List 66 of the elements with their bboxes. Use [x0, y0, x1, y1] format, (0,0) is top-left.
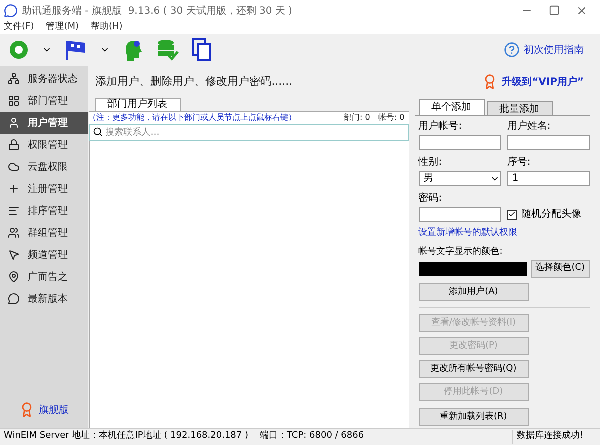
sidebar-item[interactable]: 权限管理: [0, 134, 88, 156]
sidebar-item[interactable]: 服务器状态: [0, 68, 88, 90]
search-field[interactable]: 搜索联系人…: [88, 124, 409, 141]
form-tab[interactable]: 批量添加: [486, 101, 553, 115]
checkbox[interactable]: [507, 210, 518, 220]
list-tab[interactable]: 部门用户列表: [94, 98, 181, 111]
sidebar-item[interactable]: 最新版本: [0, 288, 88, 310]
grid-icon: [8, 95, 20, 107]
add-user-button[interactable]: 添加用户(A): [418, 283, 529, 301]
status-text: WinEIM Server 地址：本机任意IP地址 ( 192.168.20.187 ) 端口：TCP: 6800 / 6866: [3, 430, 366, 444]
network-icon: [8, 73, 20, 85]
status-text: 数据库连接成功!: [512, 430, 600, 444]
order-field[interactable]: 1: [507, 171, 590, 186]
department-count: 部门: 0: [344, 112, 370, 124]
menu-item[interactable]: 管理(M): [46, 21, 79, 35]
sidebar-item[interactable]: 部门管理: [0, 90, 88, 112]
group-icon: [8, 227, 20, 239]
account-count: 帐号: 0: [378, 112, 406, 124]
menu-item[interactable]: 帮助(H): [91, 21, 123, 35]
edition-label: 旗舰版: [38, 404, 69, 418]
sidebar-item[interactable]: 频道管理: [0, 244, 88, 266]
pointer-icon: [8, 249, 20, 261]
user-icon: [8, 117, 20, 129]
checkbox-label: 随机分配头像: [521, 208, 582, 222]
lines-icon: [8, 205, 20, 217]
form-tab[interactable]: 单个添加: [418, 99, 485, 115]
sidebar-item[interactable]: 注册管理: [0, 178, 88, 200]
choose-color-button[interactable]: 选择颜色(C): [530, 260, 590, 278]
cloud-icon: [8, 161, 20, 173]
plus-icon: [8, 183, 20, 195]
help-icon[interactable]: [504, 42, 520, 58]
gender-dropdown[interactable]: 男: [418, 171, 502, 186]
reload-button[interactable]: 重新加载列表(R): [418, 408, 529, 426]
field-label: 用户姓名:: [507, 120, 552, 134]
field-label: 帐号文字显示的颜色:: [418, 246, 504, 258]
sidebar-item[interactable]: 排序管理: [0, 200, 88, 222]
maximize-icon[interactable]: [549, 5, 560, 16]
map-pin-icon: [8, 271, 20, 283]
sidebar-item[interactable]: 群组管理: [0, 222, 88, 244]
database-icon[interactable]: [156, 38, 180, 62]
page-title: 添加用户、删除用户、修改用户密码......: [96, 74, 293, 90]
field-label: 用户帐号:: [418, 120, 464, 134]
sidebar-item[interactable]: 云盘权限: [0, 156, 88, 178]
app-logo-icon: [4, 4, 18, 18]
copy-icon[interactable]: [192, 38, 212, 62]
lock-icon: [8, 139, 20, 151]
help-link[interactable]: 初次使用指南: [524, 42, 584, 58]
chat-bubble-icon: [8, 293, 20, 305]
field-label: 密码:: [418, 192, 444, 206]
search-icon: [92, 127, 103, 137]
name-field[interactable]: [507, 135, 590, 150]
flag-icon[interactable]: [64, 39, 88, 61]
field-label: 序号:: [507, 156, 532, 170]
menu-item[interactable]: 文件(F): [4, 21, 34, 35]
field-label: 性别:: [418, 156, 444, 170]
upgrade-link[interactable]: 升级到“VIP用户”: [502, 74, 584, 90]
sidebar-item[interactable]: 广而告之: [0, 266, 88, 288]
close-icon[interactable]: [576, 5, 588, 17]
window-title: 助讯通服务端 - 旗舰版 9.13.6 ( 30 天试用版，还剩 30 天 ): [22, 4, 292, 18]
gear-icon[interactable]: [8, 39, 30, 61]
account-field[interactable]: [418, 135, 502, 150]
password-field[interactable]: [418, 207, 502, 222]
hint-text: （注：更多功能，请在以下部门或人员节点上点鼠标右键）: [88, 112, 297, 124]
action-button[interactable]: 更改所有帐号密码(Q): [418, 360, 529, 378]
sidebar-item[interactable]: 用户管理: [0, 112, 88, 134]
permission-link[interactable]: 设置新增帐号的默认权限: [418, 227, 590, 240]
